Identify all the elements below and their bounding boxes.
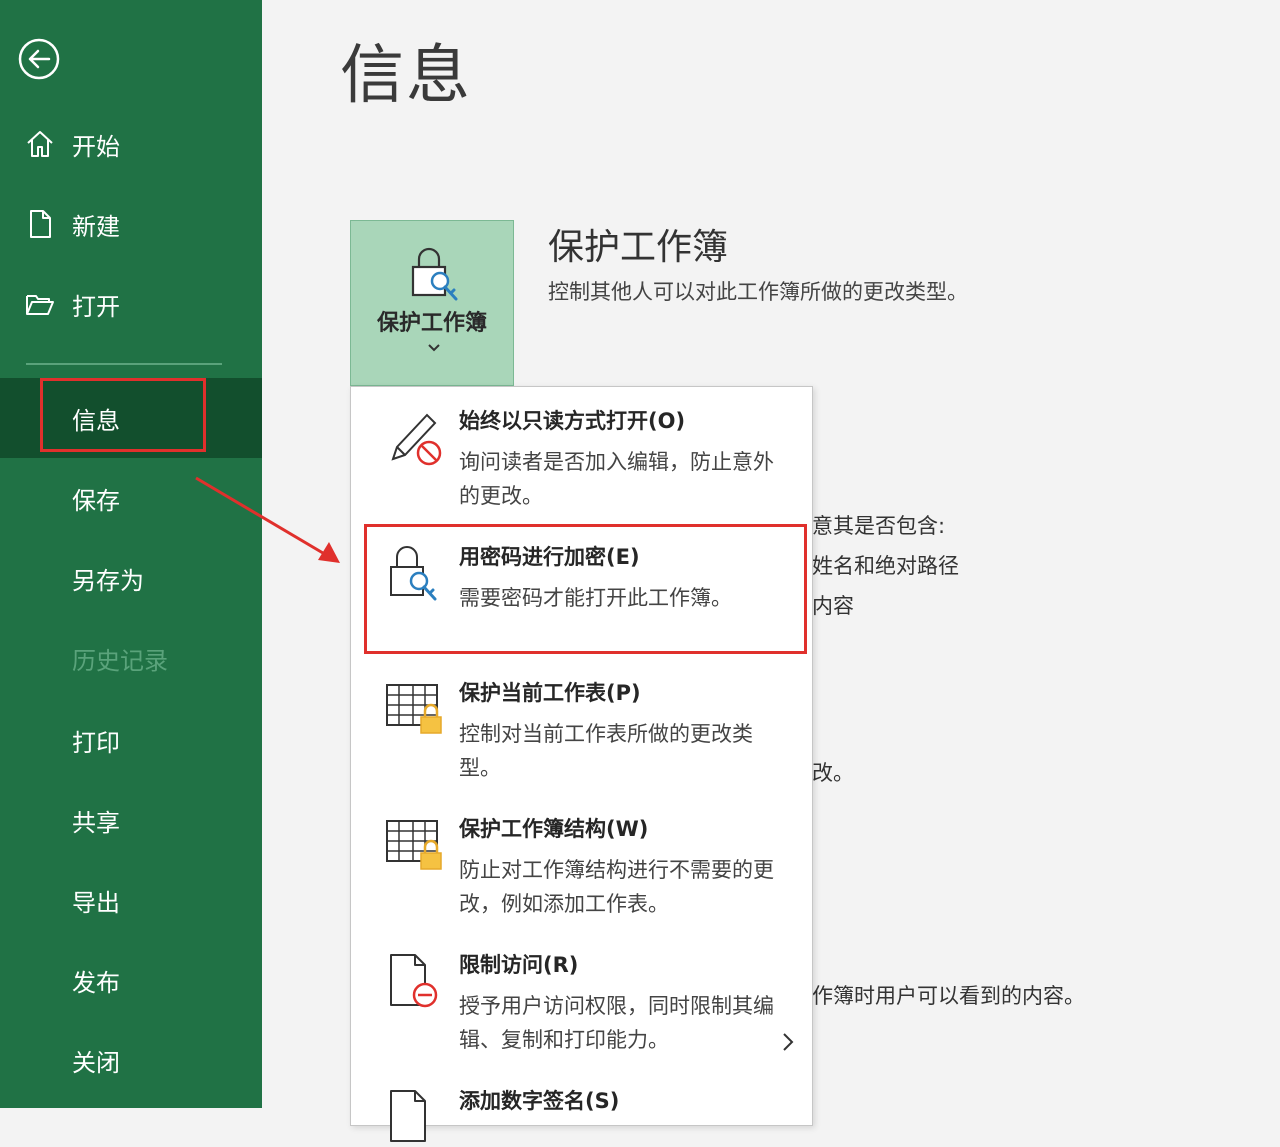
menu-item-description: 防止对工作簿结构进行不需要的更改，例如添加工作表。 xyxy=(459,858,774,916)
nav-item-open[interactable]: 打开 xyxy=(0,272,262,336)
section-title: 保护工作簿 xyxy=(548,227,729,268)
nav-label-home: 开始 xyxy=(72,132,120,161)
menu-item-protect-sheet[interactable]: 保护当前工作表(P) 控制对当前工作表所做的更改类型。 xyxy=(351,659,812,795)
encrypt-highlight-box xyxy=(364,524,807,654)
menu-item-title: 保护当前工作表(P) xyxy=(459,681,641,705)
nav-item-history: 历史记录 xyxy=(0,626,262,690)
nav-label-close: 关闭 xyxy=(72,1048,120,1077)
annotation-arrow xyxy=(195,476,340,563)
menu-item-restrict-access[interactable]: 限制访问(R) 授予用户访问权限，同时限制其编辑、复制和打印能力。 xyxy=(351,931,812,1067)
nav-label-publish: 发布 xyxy=(72,968,120,997)
menu-item-read-only[interactable]: 始终以只读方式打开(O) 询问读者是否加入编辑，防止意外的更改。 xyxy=(351,387,812,523)
menu-item-title: 限制访问(R) xyxy=(459,953,579,977)
background-text: 姓名和绝对路径 xyxy=(812,554,959,578)
nav-item-share[interactable]: 共享 xyxy=(0,788,262,852)
info-highlight-box xyxy=(40,378,206,452)
menu-item-digital-signature[interactable]: 添加数字签名(S) xyxy=(351,1067,812,1142)
menu-item-title: 始终以只读方式打开(O) xyxy=(459,409,686,433)
nav-label-save-as: 另存为 xyxy=(72,566,144,595)
nav-item-new[interactable]: 新建 xyxy=(0,192,262,256)
home-icon xyxy=(27,131,53,157)
folder-open-icon xyxy=(26,295,54,315)
document-signature-icon xyxy=(390,1090,426,1142)
nav-label-share: 共享 xyxy=(72,808,120,837)
back-arrow-icon[interactable] xyxy=(18,38,60,80)
nav-label-history: 历史记录 xyxy=(72,646,168,675)
nav-item-home[interactable]: 开始 xyxy=(0,112,262,176)
nav-label-print: 打印 xyxy=(72,728,120,757)
nav-label-export: 导出 xyxy=(72,888,120,917)
chevron-right-icon xyxy=(783,1033,794,1051)
menu-item-description: 授予用户访问权限，同时限制其编辑、复制和打印能力。 xyxy=(459,994,774,1052)
sheet-lock-icon xyxy=(386,820,442,870)
nav-label-open: 打开 xyxy=(72,292,120,321)
nav-item-close[interactable]: 关闭 xyxy=(0,1028,262,1092)
protect-workbook-menu: 始终以只读方式打开(O) 询问读者是否加入编辑，防止意外的更改。 用密码进行加密… xyxy=(350,386,813,1142)
menu-item-title: 添加数字签名(S) xyxy=(459,1089,620,1113)
nav-label-new: 新建 xyxy=(72,212,120,241)
nav-item-print[interactable]: 打印 xyxy=(0,708,262,772)
protect-workbook-button[interactable]: 保护工作簿 xyxy=(350,220,514,386)
document-restricted-icon xyxy=(390,954,438,1008)
sidebar-divider xyxy=(26,363,222,365)
menu-item-description: 控制对当前工作表所做的更改类型。 xyxy=(459,722,753,780)
section-description: 控制其他人可以对此工作簿所做的更改类型。 xyxy=(548,280,968,304)
background-text: 内容 xyxy=(812,594,854,618)
background-text: 意其是否包含: xyxy=(812,514,946,538)
menu-item-title: 保护工作簿结构(W) xyxy=(459,817,649,841)
nav-item-publish[interactable]: 发布 xyxy=(0,948,262,1012)
background-text: 作簿时用户可以看到的内容。 xyxy=(812,984,1085,1008)
chevron-down-icon xyxy=(428,344,440,352)
sheet-lock-icon xyxy=(386,684,442,734)
menu-item-protect-structure[interactable]: 保护工作簿结构(W) 防止对工作簿结构进行不需要的更改，例如添加工作表。 xyxy=(351,795,812,931)
nav-item-export[interactable]: 导出 xyxy=(0,868,262,932)
menu-item-description: 询问读者是否加入编辑，防止意外的更改。 xyxy=(459,450,774,508)
background-text: 改。 xyxy=(812,761,854,785)
lock-key-icon xyxy=(411,247,458,301)
nav-label-save: 保存 xyxy=(72,486,120,515)
protect-button-label: 保护工作簿 xyxy=(376,311,487,336)
new-document-icon xyxy=(30,210,51,238)
pencil-prohibited-icon xyxy=(391,413,442,466)
page-title: 信息 xyxy=(340,39,472,113)
